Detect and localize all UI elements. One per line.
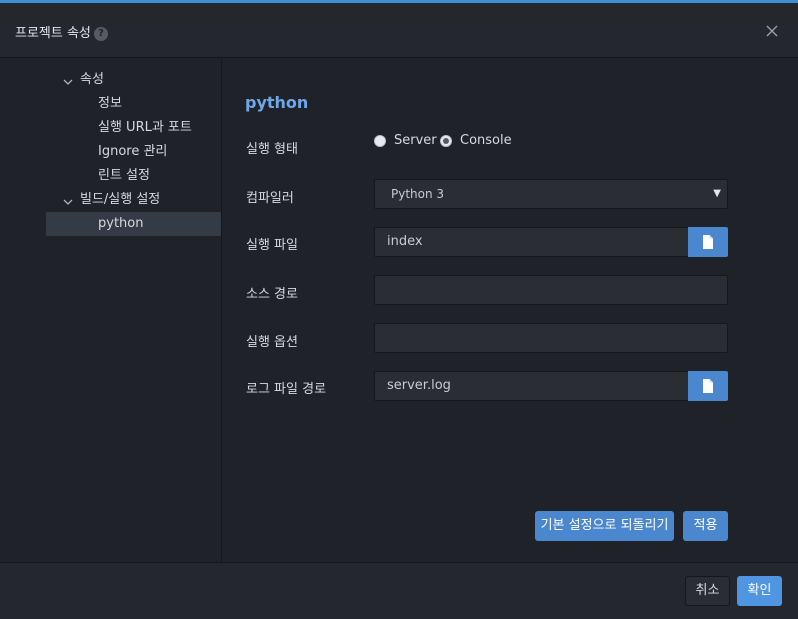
chevron-down-icon[interactable] [63, 197, 73, 207]
radio-console[interactable] [440, 135, 452, 147]
section-title: python [245, 93, 309, 112]
ok-button[interactable]: 확인 [737, 576, 782, 606]
file-icon [703, 235, 713, 249]
tree-group-properties[interactable]: 속성 [80, 68, 104, 92]
dialog-title: 프로젝트 속성 [15, 26, 91, 41]
close-icon[interactable] [764, 23, 780, 39]
radio-console-label[interactable]: Console [460, 133, 512, 148]
tree-group-build-run[interactable]: 빌드/실행 설정 [80, 188, 160, 212]
file-icon [703, 379, 713, 393]
source-path-input[interactable] [374, 275, 728, 305]
compiler-value: Python 3 [391, 187, 445, 201]
run-options-label: 실행 옵션 [246, 335, 298, 350]
settings-tree: 속성 정보 실행 URL과 포트 Ignore 관리 린트 설정 빌드/실행 설… [0, 58, 222, 562]
radio-server[interactable] [374, 135, 386, 147]
run-file-browse-button[interactable] [688, 227, 728, 257]
apply-button[interactable]: 적용 [683, 511, 728, 541]
compiler-label: 컴파일러 [246, 191, 294, 206]
tree-item-run-url-port[interactable]: 실행 URL과 포트 [98, 116, 192, 140]
log-path-label: 로그 파일 경로 [246, 382, 327, 397]
run-type-label: 실행 형태 [246, 142, 298, 157]
log-path-browse-button[interactable] [688, 371, 728, 401]
log-path-input[interactable]: server.log [374, 371, 689, 401]
dialog-titlebar: 프로젝트 속성 ? [0, 3, 798, 58]
settings-panel: python 실행 형태 Server Console 컴파일러 Python … [222, 58, 798, 562]
cancel-button[interactable]: 취소 [685, 576, 730, 606]
run-file-input[interactable]: index [374, 227, 689, 257]
chevron-down-icon: ▼ [713, 188, 721, 199]
tree-item-ignore[interactable]: Ignore 관리 [98, 140, 167, 164]
compiler-select[interactable]: Python 3 ▼ [374, 179, 728, 209]
tree-item-lint[interactable]: 린트 설정 [98, 164, 150, 188]
run-file-label: 실행 파일 [246, 238, 298, 253]
source-path-label: 소스 경로 [246, 287, 298, 302]
help-icon[interactable]: ? [94, 27, 108, 41]
tree-item-label: python [98, 216, 144, 231]
radio-server-label[interactable]: Server [394, 133, 437, 148]
run-options-input[interactable] [374, 323, 728, 353]
tree-item-info[interactable]: 정보 [98, 92, 122, 116]
dialog-footer: 취소 확인 [0, 562, 798, 619]
tree-item-python[interactable]: python [46, 212, 221, 236]
chevron-down-icon[interactable] [63, 77, 73, 87]
reset-defaults-button[interactable]: 기본 설정으로 되돌리기 [535, 511, 674, 541]
